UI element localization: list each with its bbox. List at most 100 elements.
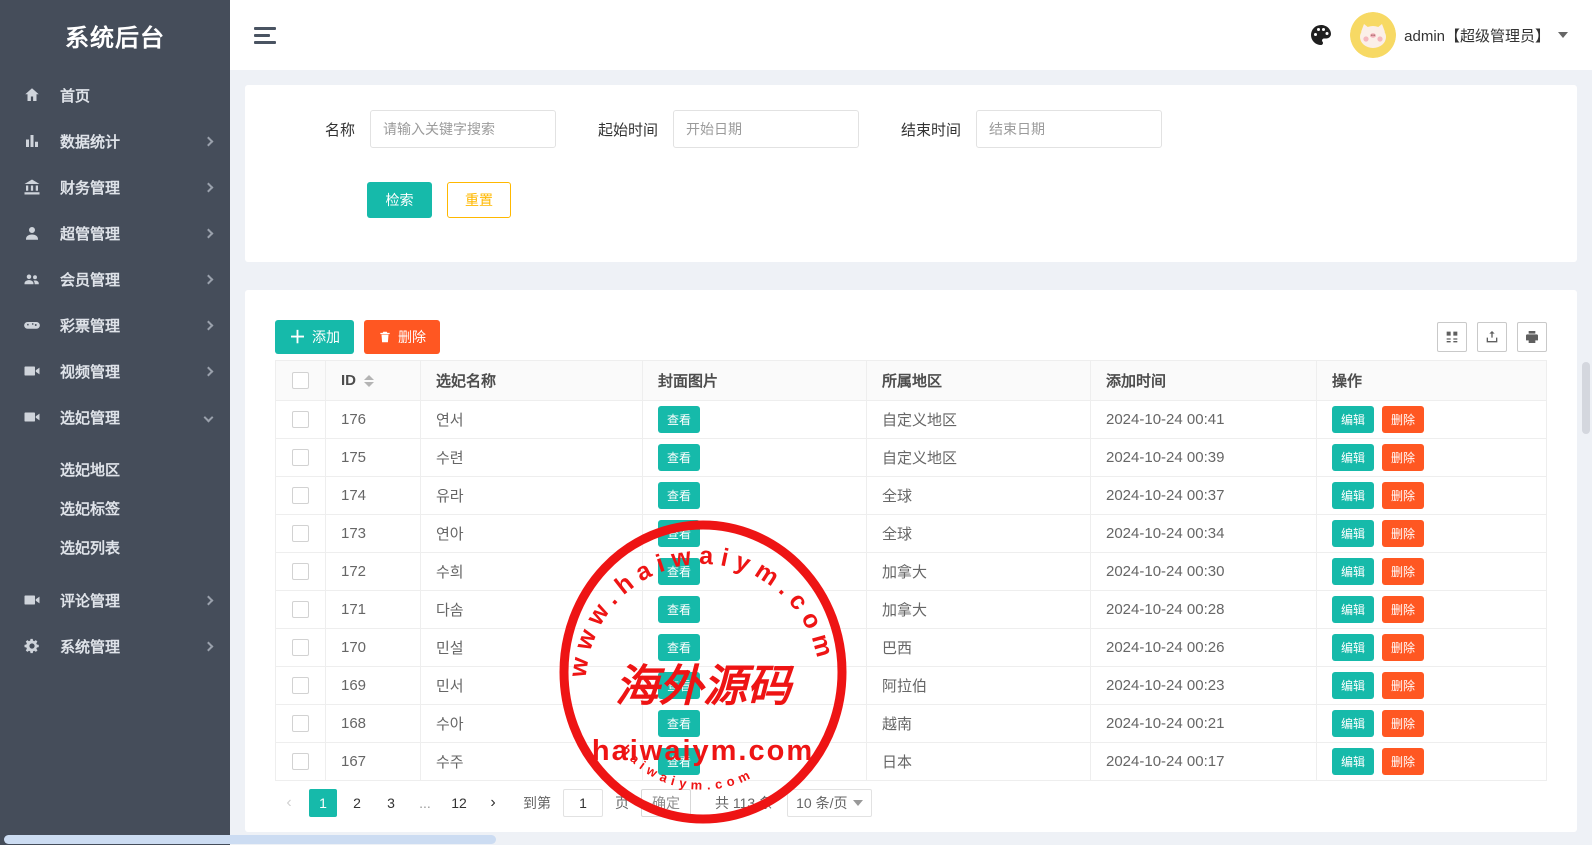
end-date-input[interactable]: [976, 110, 1162, 148]
delete-row-button[interactable]: 删除: [1382, 596, 1424, 623]
table-row: 170 민설 查看 巴西 2024-10-24 00:26 编辑删除: [276, 629, 1547, 667]
page-3[interactable]: 3: [377, 789, 405, 817]
sidebar-item-system[interactable]: 系统管理: [0, 623, 230, 669]
sidebar-item-members[interactable]: 会员管理: [0, 256, 230, 302]
view-button[interactable]: 查看: [658, 672, 700, 699]
delete-row-button[interactable]: 删除: [1382, 748, 1424, 775]
row-checkbox[interactable]: [292, 677, 309, 694]
chevron-right-icon: [204, 595, 214, 605]
sidebar-item-finance[interactable]: 财务管理: [0, 164, 230, 210]
view-button[interactable]: 查看: [658, 444, 700, 471]
per-page-select[interactable]: 10 条/页: [787, 789, 872, 817]
delete-row-button[interactable]: 删除: [1382, 406, 1424, 433]
select-all-checkbox[interactable]: [292, 372, 309, 389]
sidebar-item-home[interactable]: 首页: [0, 72, 230, 118]
edit-button[interactable]: 编辑: [1332, 482, 1374, 509]
page-1[interactable]: 1: [309, 789, 337, 817]
edit-button[interactable]: 编辑: [1332, 444, 1374, 471]
delete-button[interactable]: 删除: [364, 320, 440, 354]
chevron-right-icon: [204, 641, 214, 651]
sidebar-toggle-icon[interactable]: [254, 23, 278, 48]
sidebar-item-lottery[interactable]: 彩票管理: [0, 302, 230, 348]
col-region: 所属地区: [867, 361, 1091, 401]
plus-icon: ＋: [289, 329, 306, 346]
view-button[interactable]: 查看: [658, 406, 700, 433]
edit-button[interactable]: 编辑: [1332, 672, 1374, 699]
page-12[interactable]: 12: [445, 789, 473, 817]
row-checkbox[interactable]: [292, 449, 309, 466]
view-button[interactable]: 查看: [658, 634, 700, 661]
goto-confirm-button[interactable]: 确定: [641, 789, 691, 817]
sidebar-item-concubine-tags[interactable]: 选妃标签: [0, 489, 230, 528]
table-panel: ＋ 添加 删除: [245, 290, 1577, 832]
printer-icon: [1524, 329, 1540, 345]
delete-row-button[interactable]: 删除: [1382, 672, 1424, 699]
delete-row-button[interactable]: 删除: [1382, 710, 1424, 737]
sidebar-item-comments[interactable]: 评论管理: [0, 577, 230, 623]
table-row: 172 수희 查看 加拿大 2024-10-24 00:30 编辑删除: [276, 553, 1547, 591]
table-toolbar: ＋ 添加 删除: [275, 320, 1547, 354]
page-2[interactable]: 2: [343, 789, 371, 817]
sort-icon[interactable]: [364, 375, 374, 387]
edit-button[interactable]: 编辑: [1332, 520, 1374, 547]
delete-row-button[interactable]: 删除: [1382, 482, 1424, 509]
prev-page-button[interactable]: ‹: [275, 789, 303, 817]
columns-icon: [1444, 329, 1460, 345]
view-button[interactable]: 查看: [658, 520, 700, 547]
vertical-scrollbar[interactable]: [1582, 362, 1590, 434]
edit-button[interactable]: 编辑: [1332, 596, 1374, 623]
sidebar-item-concubine-list[interactable]: 选妃列表: [0, 528, 230, 567]
delete-row-button[interactable]: 删除: [1382, 558, 1424, 585]
edit-button[interactable]: 编辑: [1332, 406, 1374, 433]
sidebar-item-concubine[interactable]: 选妃管理: [0, 394, 230, 440]
horizontal-scrollbar[interactable]: [4, 835, 496, 844]
goto-page-input[interactable]: [563, 789, 603, 817]
add-button[interactable]: ＋ 添加: [275, 320, 354, 354]
export-button[interactable]: [1477, 322, 1507, 352]
row-checkbox[interactable]: [292, 525, 309, 542]
reset-button[interactable]: 重置: [447, 182, 511, 218]
page-ellipsis: ...: [411, 789, 439, 817]
next-page-button[interactable]: ›: [479, 789, 507, 817]
user-menu[interactable]: admin【超级管理员】: [1350, 12, 1568, 58]
sidebar-item-video[interactable]: 视频管理: [0, 348, 230, 394]
search-button[interactable]: 检索: [367, 182, 432, 218]
sidebar-menu: 首页 数据统计 财务管理 超管管理 会员管理 彩票管理: [0, 70, 230, 669]
delete-row-button[interactable]: 删除: [1382, 634, 1424, 661]
table-row: 167 수주 查看 日本 2024-10-24 00:17 编辑删除: [276, 743, 1547, 781]
print-button[interactable]: [1517, 322, 1547, 352]
video-camera-icon: [22, 407, 42, 427]
row-checkbox[interactable]: [292, 601, 309, 618]
start-date-input[interactable]: [673, 110, 859, 148]
view-button[interactable]: 查看: [658, 596, 700, 623]
view-button[interactable]: 查看: [658, 558, 700, 585]
edit-button[interactable]: 编辑: [1332, 634, 1374, 661]
sidebar-item-superadmin[interactable]: 超管管理: [0, 210, 230, 256]
theme-palette-icon[interactable]: [1308, 22, 1334, 48]
row-checkbox[interactable]: [292, 487, 309, 504]
delete-row-button[interactable]: 删除: [1382, 520, 1424, 547]
concubine-submenu: 选妃地区 选妃标签 选妃列表: [0, 440, 230, 577]
row-checkbox[interactable]: [292, 715, 309, 732]
row-checkbox[interactable]: [292, 411, 309, 428]
col-cover: 封面图片: [643, 361, 867, 401]
col-id[interactable]: ID: [326, 361, 421, 401]
view-button[interactable]: 查看: [658, 710, 700, 737]
row-checkbox[interactable]: [292, 639, 309, 656]
edit-button[interactable]: 编辑: [1332, 710, 1374, 737]
col-time: 添加时间: [1091, 361, 1317, 401]
view-button[interactable]: 查看: [658, 482, 700, 509]
filter-columns-button[interactable]: [1437, 322, 1467, 352]
view-button[interactable]: 查看: [658, 748, 700, 775]
row-checkbox[interactable]: [292, 753, 309, 770]
home-icon: [22, 85, 42, 105]
edit-button[interactable]: 编辑: [1332, 748, 1374, 775]
keyword-input[interactable]: [370, 110, 556, 148]
row-checkbox[interactable]: [292, 563, 309, 580]
delete-row-button[interactable]: 删除: [1382, 444, 1424, 471]
sidebar-item-statistics[interactable]: 数据统计: [0, 118, 230, 164]
start-time-label: 起始时间: [598, 119, 658, 140]
sidebar-item-concubine-region[interactable]: 选妃地区: [0, 450, 230, 489]
user-name: admin【超级管理员】: [1404, 25, 1550, 46]
edit-button[interactable]: 编辑: [1332, 558, 1374, 585]
